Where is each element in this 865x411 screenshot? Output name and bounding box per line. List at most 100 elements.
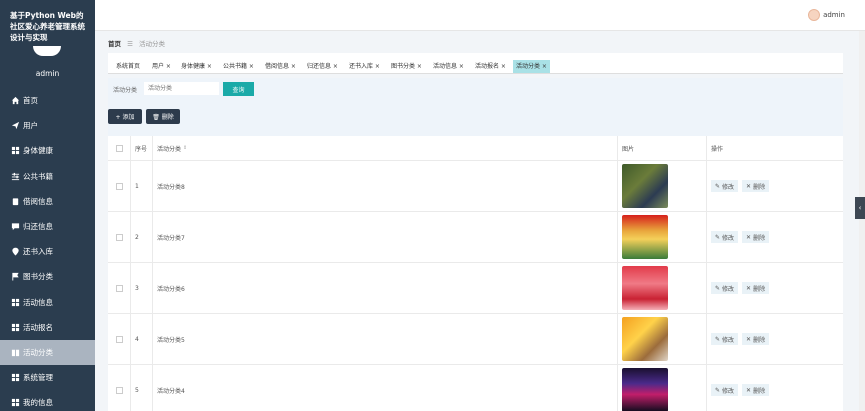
row-checkbox-cell [108,314,131,364]
header-op-label: 操作 [711,145,724,153]
tab-item[interactable]: 还书入库 × [349,60,380,73]
table-row[interactable]: 3 活动分类6 ✎ 修改 ✕ 删除 [108,263,843,314]
activity-thumbnail[interactable] [622,266,668,310]
edit-button[interactable]: ✎ 修改 [711,180,739,192]
sidebar-item-label: 归还信息 [23,222,53,232]
page-scrollbar[interactable] [859,31,865,411]
row-checkbox-cell [108,212,131,262]
activity-thumbnail[interactable] [622,215,668,259]
send-icon [10,121,20,131]
header-no: 序号 [131,136,153,160]
sidebar-item[interactable]: 用户 [0,113,95,138]
close-icon: ✕ [746,335,752,343]
row-delete-button[interactable]: ✕ 删除 [742,231,770,243]
table-row[interactable]: 5 活动分类4 ✎ 修改 ✕ 删除 [108,365,843,411]
grid-icon [10,146,20,156]
home-icon [10,96,20,106]
header-name[interactable]: 活动分类 ⇕ [153,136,618,160]
sidebar-item[interactable]: 归还信息 [0,214,95,239]
sidebar-item[interactable]: 活动信息 [0,290,95,315]
edit-label: 修改 [722,234,735,242]
breadcrumb-separator-icon: ☰ [127,40,133,48]
tab-item[interactable]: 用户 × [152,60,171,73]
search-label: 活动分类 [113,87,138,94]
row-delete-button[interactable]: ✕ 删除 [742,333,770,345]
activity-thumbnail[interactable] [622,164,668,208]
sidebar-menu: 首页用户 身体健康 公共书籍 借阅信息归还信息还书入库 图书分类活动信息活动报名 活动分类… [0,88,95,411]
sidebar-item-label: 活动信息 [23,297,53,307]
edit-icon: ✎ [715,233,721,241]
edit-button[interactable]: ✎ 修改 [711,282,739,294]
sidebar-item[interactable]: 借阅信息 [0,189,95,214]
collapse-handle-icon[interactable]: ‹ [855,197,865,219]
edit-button[interactable]: ✎ 修改 [711,384,739,396]
sidebar-item[interactable]: 系统管理 [0,365,95,390]
header-image-label: 图片 [622,145,635,153]
query-button[interactable]: 查询 [223,82,254,96]
top-username[interactable]: admin [823,11,845,19]
user-avatar[interactable] [808,9,820,21]
sidebar-item-label: 首页 [23,96,38,106]
sidebar-item[interactable]: 我的信息 [0,390,95,411]
sidebar-item-label: 系统管理 [23,373,53,383]
tab-item[interactable]: 活动信息 × [433,60,464,73]
add-label: 添加 [122,114,135,121]
row-delete-button[interactable]: ✕ 删除 [742,384,770,396]
row-no-value: 3 [135,284,139,292]
table-row[interactable]: 2 活动分类7 ✎ 修改 ✕ 删除 [108,212,843,263]
search-input[interactable] [144,82,219,95]
tab-item[interactable]: 图书分类 × [391,60,422,73]
tab-item[interactable]: 系统首页 [116,60,140,73]
row-checkbox[interactable] [115,233,123,241]
delete-button[interactable]: 🗑 删除 [146,109,180,124]
tab-item[interactable]: 借阅信息 × [265,60,296,73]
trash-icon: 🗑 [152,114,162,121]
sidebar-item[interactable]: 活动分类 [0,339,95,366]
row-name-value: 活动分类7 [157,234,185,242]
activity-thumbnail[interactable] [622,368,668,411]
row-no: 5 [131,365,153,411]
table-body: 1 活动分类8 ✎ 修改 ✕ 删除 2 活动分类7 ✎ 修改 ✕ 删除 3 活动分类6 ✎ 修改 ✕ 删除 4 活动分… [108,161,843,411]
header-image: 图片 [618,136,707,160]
edit-button[interactable]: ✎ 修改 [711,231,739,243]
tab-item[interactable]: 归还信息 × [307,60,338,73]
book-icon [10,347,20,357]
breadcrumb-home[interactable]: 首页 [108,40,121,48]
tab-item[interactable]: 身体健康 × [181,60,212,73]
sidebar-item[interactable]: 身体健康 [0,138,95,163]
row-no-value: 5 [135,386,139,394]
select-all-checkbox[interactable] [115,144,123,152]
row-checkbox[interactable] [115,386,123,394]
tab-item[interactable]: 活动分类 × [513,60,550,73]
row-delete-button[interactable]: ✕ 删除 [742,282,770,294]
sidebar-item[interactable]: 活动报名 [0,315,95,340]
edit-label: 修改 [722,387,735,395]
sidebar-item[interactable]: 还书入库 [0,239,95,264]
grid-icon [10,322,20,332]
edit-button[interactable]: ✎ 修改 [711,333,739,345]
close-icon: ✕ [746,233,752,241]
tab-item[interactable]: 活动报名 × [475,60,506,73]
add-button[interactable]: + 添加 [108,109,142,124]
activity-thumbnail[interactable] [622,317,668,361]
row-no: 3 [131,263,153,313]
row-checkbox[interactable] [115,335,123,343]
row-name: 活动分类4 [153,365,618,411]
row-delete-label: 删除 [753,336,766,344]
row-checkbox-cell [108,161,131,211]
avatar [33,46,61,56]
sort-icon[interactable]: ⇕ [183,145,187,151]
close-icon: ✕ [746,386,752,394]
table-row[interactable]: 1 活动分类8 ✎ 修改 ✕ 删除 [108,161,843,212]
row-delete-button[interactable]: ✕ 删除 [742,180,770,192]
row-checkbox[interactable] [115,284,123,292]
search-panel: 活动分类 查询 + 添加 🗑 删除 [108,78,843,138]
row-checkbox[interactable] [115,182,123,190]
tab-item[interactable]: 公共书籍 × [223,60,254,73]
sidebar-item[interactable]: 首页 [0,88,95,113]
sidebar-item[interactable]: 图书分类 [0,264,95,289]
row-image-cell [618,212,707,262]
table-row[interactable]: 4 活动分类5 ✎ 修改 ✕ 删除 [108,314,843,365]
row-name: 活动分类7 [153,212,618,262]
sidebar-item[interactable]: 公共书籍 [0,164,95,189]
